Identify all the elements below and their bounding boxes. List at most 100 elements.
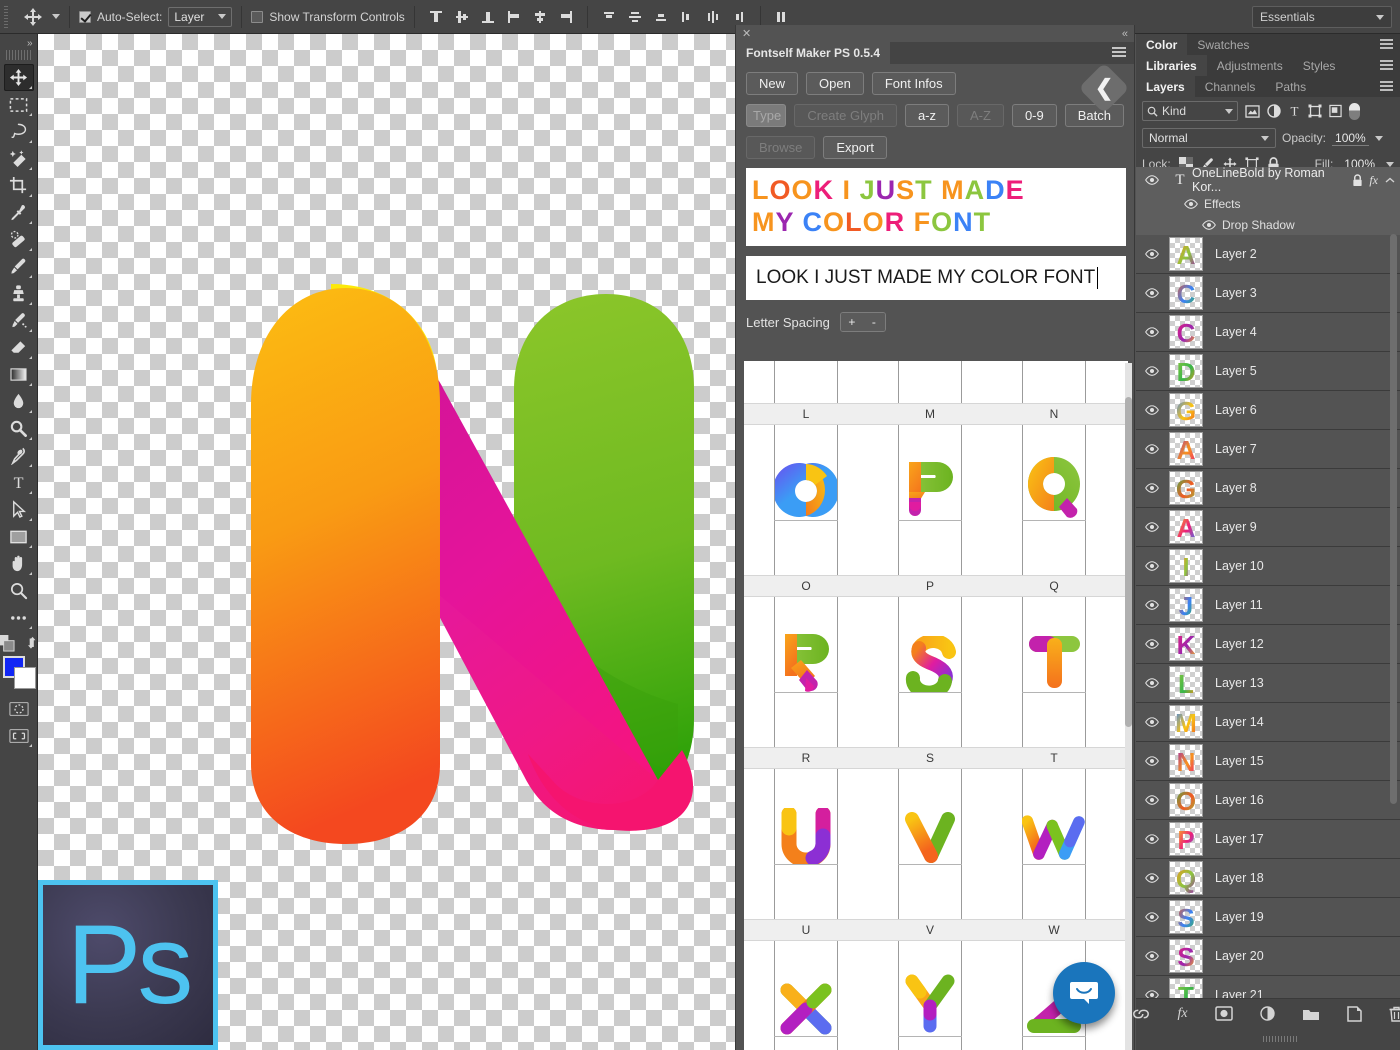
align-top-edges-icon[interactable]: [424, 5, 448, 29]
clone-stamp-tool[interactable]: [4, 280, 34, 307]
move-tool-options-icon[interactable]: [18, 4, 48, 30]
distribute-top-edges-icon[interactable]: [597, 5, 621, 29]
layer-visibility-toggle[interactable]: [1136, 951, 1168, 961]
layer-row[interactable]: ALayer 7: [1136, 430, 1400, 469]
crop-tool[interactable]: [4, 172, 34, 199]
layer-visibility-toggle[interactable]: [1136, 873, 1168, 883]
layer-row[interactable]: SLayer 20: [1136, 937, 1400, 976]
glyph-cell-Y[interactable]: [868, 941, 992, 1050]
lock-icon[interactable]: [1352, 174, 1363, 187]
layer-visibility-toggle[interactable]: [1136, 834, 1168, 844]
rectangle-tool[interactable]: [4, 523, 34, 550]
background-color-swatch[interactable]: [14, 667, 36, 689]
intercom-chat-button[interactable]: [1053, 962, 1115, 1024]
move-tool[interactable]: [4, 64, 34, 91]
tab-fontself-maker[interactable]: Fontself Maker PS 0.5.4: [736, 42, 890, 64]
layer-visibility-toggle[interactable]: [1136, 912, 1168, 922]
toolbar-grip[interactable]: [6, 50, 32, 60]
distribute-vertical-centers-icon[interactable]: [623, 5, 647, 29]
glyph-cell-T[interactable]: [992, 597, 1116, 747]
screen-mode-icon[interactable]: [4, 722, 34, 749]
distribute-horizontal-centers-icon[interactable]: [701, 5, 725, 29]
panel-menu-icon[interactable]: [1112, 47, 1126, 58]
layer-thumbnail[interactable]: K: [1169, 627, 1203, 661]
glyph-cell-X[interactable]: [744, 941, 868, 1050]
rectangular-marquee-tool[interactable]: [4, 91, 34, 118]
layer-thumbnail[interactable]: A: [1169, 510, 1203, 544]
spot-healing-brush-tool[interactable]: [4, 226, 34, 253]
layer-effects-row[interactable]: Effects: [1136, 193, 1400, 214]
layer-thumbnail[interactable]: L: [1169, 666, 1203, 700]
layer-row[interactable]: LLayer 13: [1136, 664, 1400, 703]
layer-visibility-toggle[interactable]: [1136, 175, 1168, 185]
blur-tool[interactable]: [4, 388, 34, 415]
layer-visibility-toggle[interactable]: [1136, 405, 1168, 415]
tab-styles[interactable]: Styles: [1293, 55, 1346, 76]
gradient-tool[interactable]: [4, 361, 34, 388]
zoom-tool[interactable]: [4, 577, 34, 604]
color-panel-menu-icon[interactable]: [1380, 39, 1393, 49]
workspace-switcher[interactable]: Essentials: [1252, 6, 1392, 28]
sample-text-input[interactable]: LOOK I JUST MADE MY COLOR FONT: [746, 256, 1126, 300]
glyph-grid[interactable]: L M N: [744, 361, 1128, 1050]
layer-row[interactable]: KLayer 12: [1136, 625, 1400, 664]
close-icon[interactable]: ✕: [742, 27, 751, 40]
tab-channels[interactable]: Channels: [1195, 76, 1266, 97]
letter-spacing-increase-button[interactable]: +: [841, 313, 863, 331]
delete-layer-icon[interactable]: [1389, 1005, 1400, 1023]
digits-range-button[interactable]: 0-9: [1012, 104, 1057, 127]
eye-icon[interactable]: [1184, 199, 1198, 209]
new-button[interactable]: New: [746, 72, 798, 95]
tab-color[interactable]: Color: [1136, 34, 1187, 55]
glyph-cell-R[interactable]: [744, 597, 868, 747]
layers-list[interactable]: T OneLineBold by Roman Kor... fx Effects…: [1136, 167, 1400, 1022]
batch-button[interactable]: Batch: [1065, 104, 1124, 127]
edit-toolbar-tool[interactable]: [4, 604, 34, 631]
layers-panel-menu-icon[interactable]: [1380, 81, 1393, 91]
new-group-icon[interactable]: [1302, 1005, 1320, 1023]
filter-shape-icon[interactable]: [1308, 104, 1322, 118]
brush-tool[interactable]: [4, 253, 34, 280]
add-layer-style-icon[interactable]: fx: [1177, 1005, 1187, 1023]
dock-resize-grip[interactable]: [1263, 1036, 1297, 1042]
layer-row[interactable]: JLayer 11: [1136, 586, 1400, 625]
layer-visibility-toggle[interactable]: [1136, 795, 1168, 805]
layer-thumbnail[interactable]: G: [1169, 471, 1203, 505]
glyph-cell-N[interactable]: [992, 361, 1116, 403]
layer-row[interactable]: ALayer 9: [1136, 508, 1400, 547]
layer-visibility-toggle[interactable]: [1136, 600, 1168, 610]
layer-row-text[interactable]: T OneLineBold by Roman Kor... fx: [1136, 167, 1400, 193]
new-adjustment-layer-icon[interactable]: [1260, 1005, 1275, 1023]
layer-thumbnail[interactable]: G: [1169, 393, 1203, 427]
add-layer-mask-icon[interactable]: [1215, 1005, 1233, 1023]
glyph-grid-scrollbar-thumb[interactable]: [1125, 397, 1132, 727]
tool-preset-chevron[interactable]: [52, 14, 60, 19]
opacity-chevron-down-icon[interactable]: [1375, 136, 1383, 141]
align-vertical-centers-icon[interactable]: [450, 5, 474, 29]
layer-thumbnail[interactable]: Q: [1169, 861, 1203, 895]
layer-row[interactable]: NLayer 15: [1136, 742, 1400, 781]
default-colors-icon[interactable]: [0, 635, 15, 652]
layer-thumbnail[interactable]: J: [1169, 588, 1203, 622]
auto-select-scope-dropdown[interactable]: Layer: [168, 7, 232, 27]
layer-visibility-toggle[interactable]: [1136, 366, 1168, 376]
type-tool[interactable]: T: [4, 469, 34, 496]
layer-effects-fx-icon[interactable]: fx: [1369, 173, 1378, 188]
layer-visibility-toggle[interactable]: [1136, 288, 1168, 298]
quick-mask-mode-icon[interactable]: [4, 695, 34, 722]
glyph-cell-Q[interactable]: [992, 425, 1116, 575]
chevron-up-icon[interactable]: [1384, 176, 1396, 185]
filter-enable-toggle[interactable]: [1349, 103, 1360, 120]
quick-selection-tool[interactable]: [4, 145, 34, 172]
layer-thumbnail[interactable]: N: [1169, 744, 1203, 778]
auto-select-group[interactable]: Auto-Select: Layer: [79, 7, 232, 27]
path-selection-tool[interactable]: [4, 496, 34, 523]
glyph-cell-O[interactable]: [744, 425, 868, 575]
tab-paths[interactable]: Paths: [1265, 76, 1316, 97]
layer-thumbnail[interactable]: A: [1169, 237, 1203, 271]
layer-row[interactable]: DLayer 5: [1136, 352, 1400, 391]
glyph-cell-W[interactable]: [992, 769, 1116, 919]
document-canvas[interactable]: Ps: [38, 34, 735, 1050]
show-transform-checkbox[interactable]: [251, 11, 263, 23]
open-button[interactable]: Open: [806, 72, 864, 95]
